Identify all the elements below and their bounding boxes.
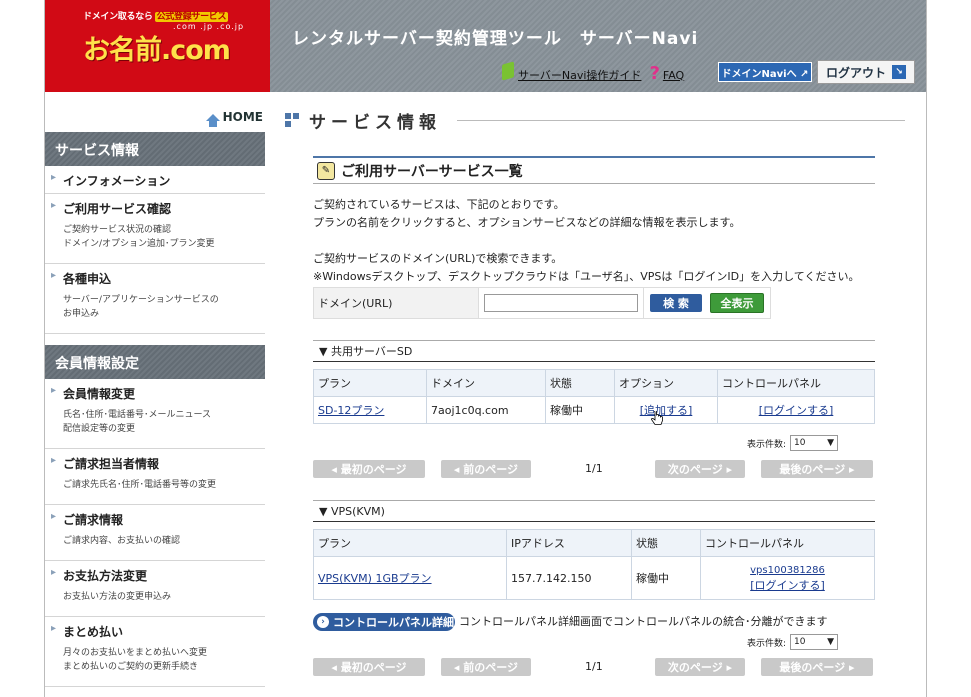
home-link[interactable]: HOME <box>205 110 263 127</box>
col-option: オプション <box>614 369 718 397</box>
sidebar-section-service: サービス情報 <box>45 132 265 166</box>
col-status: 状態 <box>631 529 701 557</box>
search-label: ドメイン(URL) <box>314 288 479 318</box>
intro-text: ご契約されているサービスは、下記のとおりです。 プランの名前をクリックすると、オ… <box>313 198 860 283</box>
home-icon <box>205 113 220 127</box>
perpage-select[interactable]: 10 ▼ <box>790 634 839 650</box>
sidebar: HOME サービス情報 インフォメーション ご利用サービス確認 ご契約サービス状… <box>45 92 265 697</box>
logout-button[interactable]: ログアウト ↘ <box>817 60 915 84</box>
vps-perpage: 表示件数: 10 ▼ <box>747 634 839 650</box>
shared-server-table: プラン ドメイン 状態 オプション コントロールパネル SD-12プラン 7ao… <box>313 369 875 424</box>
perpage-select[interactable]: 10 ▼ <box>790 435 839 451</box>
last-page-button[interactable]: 最後のページ ▸ <box>761 460 873 478</box>
sidebar-item-service-check[interactable]: ご利用サービス確認 ご契約サービス状況の確認 ドメイン/オプション追加･プラン変… <box>45 194 265 264</box>
chevron-down-icon: ▼ <box>827 637 835 647</box>
onamae-logo[interactable]: ドメイン取るなら 公式登録サービス .com .jp .co.jp お名前.com <box>45 0 270 92</box>
col-domain: ドメイン <box>426 369 546 397</box>
col-control-panel: コントロールパネル <box>700 529 875 557</box>
shared-server-group-title[interactable]: ▼ 共用サーバーSD <box>313 340 875 362</box>
domain-search-row: ドメイン(URL) 検 索 全表示 <box>313 287 771 319</box>
sidebar-section-member: 会員情報設定 <box>45 345 265 379</box>
vps-group-title[interactable]: ▼ VPS(KVM) <box>313 500 875 522</box>
col-plan: プラン <box>313 529 507 557</box>
page-number: 1/1 <box>585 462 603 475</box>
show-all-button[interactable]: 全表示 <box>710 293 764 313</box>
control-panel-note: コントロールパネル詳細画面でコントロールパネルの統合･分離ができます <box>459 615 828 628</box>
info-icon: › <box>317 616 329 628</box>
plan-link[interactable]: SD-12プラン <box>318 404 384 417</box>
sidebar-item-member-info[interactable]: 会員情報変更 氏名･住所･電話番号･メールニュース 配信設定等の変更 <box>45 379 265 449</box>
guide-link[interactable]: サーバーNavi操作ガイド <box>502 61 641 83</box>
header: ドメイン取るなら 公式登録サービス .com .jp .co.jp お名前.com… <box>45 0 926 92</box>
control-panel-detail-button[interactable]: › コントロールパネル詳細 <box>313 613 455 631</box>
sidebar-item-information[interactable]: インフォメーション <box>45 166 265 194</box>
server-list-icon: ✎ <box>317 161 335 180</box>
col-ip: IPアドレス <box>506 529 632 557</box>
search-button[interactable]: 検 索 <box>650 294 702 312</box>
hand-cursor-icon <box>651 411 663 425</box>
panel-login-link[interactable]: [ログインする] <box>759 404 834 417</box>
sidebar-item-billing-contact[interactable]: ご請求担当者情報 ご請求先氏名･住所･電話番号等の変更 <box>45 449 265 505</box>
service-list-title: ✎ ご利用サーバーサービス一覧 <box>313 156 875 184</box>
title-divider <box>457 120 905 121</box>
chevron-down-icon: ▼ <box>827 438 835 448</box>
domain-cell: 7aoj1c0q.com <box>426 396 546 424</box>
faq-link[interactable]: ? FAQ <box>649 63 684 84</box>
col-status: 状態 <box>545 369 615 397</box>
next-page-button[interactable]: 次のページ ▸ <box>655 658 745 676</box>
header-bar: レンタルサーバー契約管理ツール サーバーNavi サーバーNavi操作ガイド ?… <box>270 0 926 92</box>
page-title: サービス情報 <box>285 108 441 133</box>
col-control-panel: コントロールパネル <box>717 369 875 397</box>
col-plan: プラン <box>313 369 427 397</box>
status-cell: 稼働中 <box>631 556 701 600</box>
vps-plan-link[interactable]: VPS(KVM) 1GBプラン <box>318 572 432 585</box>
vps-panel-login-link[interactable]: [ログインする] <box>705 578 870 593</box>
vps-pager: ◂ 最初のページ ◂ 前のページ 1/1 次のページ ▸ 最後のページ ▸ <box>313 658 875 678</box>
domain-navi-button[interactable]: ドメインNaviへ ↗ <box>718 62 812 82</box>
add-option-link[interactable]: [追加する] <box>640 404 693 417</box>
prev-page-button[interactable]: ◂ 前のページ <box>441 658 531 676</box>
sidebar-item-applications[interactable]: 各種申込 サーバー/アプリケーションサービスの お申込み <box>45 264 265 334</box>
next-page-button[interactable]: 次のページ ▸ <box>655 460 745 478</box>
ip-cell: 157.7.142.150 <box>506 556 632 600</box>
shared-perpage: 表示件数: 10 ▼ <box>747 435 839 451</box>
logo-tagline: ドメイン取るなら 公式登録サービス <box>83 12 229 22</box>
sidebar-item-bulk-payment[interactable]: まとめ払い 月々のお支払いをまとめ払いへ変更 まとめ払いのご契約の更新手続き <box>45 617 265 687</box>
prev-page-button[interactable]: ◂ 前のページ <box>441 460 531 478</box>
question-icon: ? <box>649 62 660 84</box>
page-frame: ドメイン取るなら 公式登録サービス .com .jp .co.jp お名前.com… <box>44 0 927 697</box>
header-links: サーバーNavi操作ガイド ? FAQ <box>502 60 684 86</box>
status-cell: 稼働中 <box>545 396 615 424</box>
sidebar-item-payment-method[interactable]: お支払方法変更 お支払い方法の変更申込み <box>45 561 265 617</box>
arrow-icon: ↘ <box>892 65 906 79</box>
first-page-button[interactable]: ◂ 最初のページ <box>313 658 425 676</box>
page-number: 1/1 <box>585 660 603 673</box>
table-row: SD-12プラン 7aoj1c0q.com 稼働中 [追加する] [ログインする… <box>313 396 875 424</box>
sidebar-item-billing-info[interactable]: ご請求情報 ご請求内容、お支払いの確認 <box>45 505 265 561</box>
vps-table: プラン IPアドレス 状態 コントロールパネル VPS(KVM) 1GBプラン … <box>313 529 875 600</box>
guide-book-icon <box>502 61 514 81</box>
domain-search-input[interactable] <box>484 294 638 312</box>
shared-pager: ◂ 最初のページ ◂ 前のページ 1/1 次のページ ▸ 最後のページ ▸ <box>313 460 875 480</box>
last-page-button[interactable]: 最後のページ ▸ <box>761 658 873 676</box>
first-page-button[interactable]: ◂ 最初のページ <box>313 460 425 478</box>
app-title: レンタルサーバー契約管理ツール サーバーNavi <box>292 29 699 49</box>
title-squares-icon <box>285 112 301 129</box>
table-row: VPS(KVM) 1GBプラン 157.7.142.150 稼働中 vps100… <box>313 556 875 600</box>
vps-id-link[interactable]: vps100381286 <box>705 563 870 578</box>
